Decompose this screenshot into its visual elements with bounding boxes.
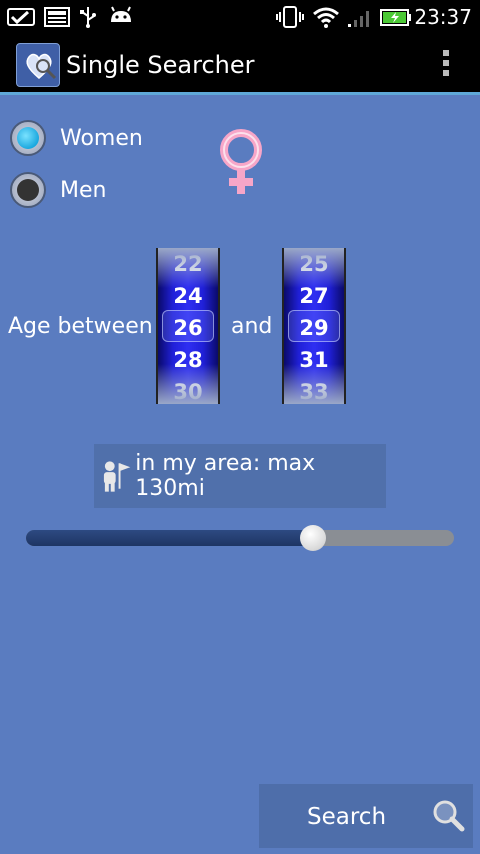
radio-button-women[interactable] (10, 120, 46, 156)
clock-time: 23:37 (414, 5, 472, 29)
signal-icon (348, 11, 369, 27)
android-icon (111, 6, 131, 22)
area-distance-box: in my area: max 130mi (94, 444, 386, 508)
age-between-label: Age between (8, 314, 153, 339)
picker-value-selected[interactable]: 29 (284, 316, 344, 340)
app-title: Single Searcher (66, 51, 255, 79)
wifi-icon (313, 7, 339, 28)
radio-women[interactable]: Women (10, 116, 143, 160)
min-age-picker[interactable]: 22 24 26 28 30 (156, 248, 220, 404)
radio-label-women: Women (60, 125, 143, 151)
image-icon (44, 7, 70, 27)
picker-value-selected[interactable]: 26 (158, 316, 218, 340)
area-distance-label: in my area: max 130mi (135, 451, 316, 501)
search-button[interactable]: Search (259, 784, 473, 848)
vibrate-icon (276, 6, 304, 28)
slider-fill (26, 530, 313, 546)
person-flag-icon (103, 461, 131, 492)
magnifier-icon (433, 800, 465, 832)
overflow-menu-icon[interactable] (440, 47, 452, 83)
slider-thumb[interactable] (299, 525, 326, 551)
heart-search-logo-icon[interactable] (16, 43, 60, 87)
search-button-label: Search (307, 804, 387, 830)
battery-charging-icon (380, 9, 411, 26)
radio-men[interactable]: Men (10, 168, 106, 212)
and-label: and (231, 314, 273, 339)
notification-check-icon (7, 8, 35, 26)
max-age-picker[interactable]: 25 27 29 31 33 (282, 248, 346, 404)
radio-label-men: Men (60, 177, 107, 203)
usb-icon (80, 7, 96, 28)
venus-icon (220, 129, 262, 194)
distance-slider[interactable] (26, 525, 454, 551)
action-bar: Single Searcher (0, 33, 480, 95)
status-bar: 23:37 (0, 0, 480, 33)
radio-button-men[interactable] (10, 172, 46, 208)
